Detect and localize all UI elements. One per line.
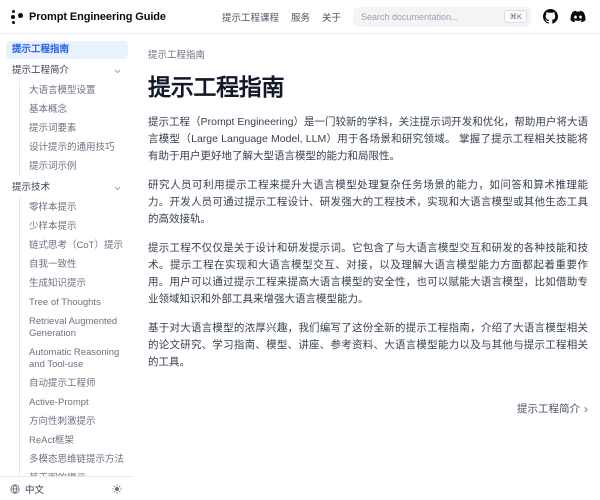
sidebar: 提示工程指南 提示工程简介 大语言模型设置基本概念提示词要素设计提示的通用技巧提… <box>0 34 132 500</box>
sidebar-item[interactable]: Active-Prompt <box>20 393 128 412</box>
sidebar-item[interactable]: 多模态思维链提示方法 <box>20 450 128 469</box>
sidebar-item[interactable]: 基本概念 <box>20 100 128 119</box>
page-title: 提示工程指南 <box>148 68 588 102</box>
sidebar-item[interactable]: Automatic Reasoning and Tool-use <box>20 343 128 374</box>
sidebar-section-intro[interactable]: 提示工程简介 <box>6 62 128 80</box>
brand[interactable]: Prompt Engineering Guide <box>10 9 166 25</box>
paragraph: 研究人员可利用提示工程来提升大语言模型处理复杂任务场景的能力，如问答和算术推理能… <box>148 177 588 228</box>
globe-icon <box>10 484 20 494</box>
sidebar-footer: 中文 <box>0 476 132 500</box>
sidebar-item[interactable]: 生成知识提示 <box>20 274 128 293</box>
header: Prompt Engineering Guide 提示工程课程服务关于 ⌘K <box>0 0 600 34</box>
language-switcher[interactable]: 中文 <box>10 482 44 496</box>
sidebar-nav: 提示工程指南 提示工程简介 大语言模型设置基本概念提示词要素设计提示的通用技巧提… <box>0 34 132 476</box>
sidebar-item-guide[interactable]: 提示工程指南 <box>6 41 128 59</box>
paragraph: 提示工程不仅仅是关于设计和研发提示词。它包含了与大语言模型交互和研发的各种技能和… <box>148 240 588 308</box>
sidebar-item[interactable]: 设计提示的通用技巧 <box>20 138 128 157</box>
sidebar-sublist-techniques: 零样本提示少样本提示链式思考（CoT）提示自我一致性生成知识提示Tree of … <box>19 198 128 476</box>
language-label: 中文 <box>25 482 44 496</box>
sidebar-item[interactable]: Tree of Thoughts <box>20 293 128 312</box>
sun-icon <box>112 484 122 494</box>
discord-icon[interactable] <box>570 9 586 24</box>
pagination: 提示工程简介 › <box>148 401 588 416</box>
chevron-down-icon <box>113 184 122 193</box>
logo-icon <box>10 9 23 25</box>
search-box[interactable]: ⌘K <box>353 7 531 27</box>
sidebar-item[interactable]: 提示词要素 <box>20 119 128 138</box>
top-nav: 提示工程课程服务关于 <box>222 10 341 24</box>
sidebar-item[interactable]: 链式思考（CoT）提示 <box>20 236 128 255</box>
search-shortcut-kbd: ⌘K <box>504 10 527 23</box>
search-input[interactable] <box>361 12 500 22</box>
next-page-link[interactable]: 提示工程简介 › <box>517 401 588 416</box>
sidebar-item[interactable]: 少样本提示 <box>20 217 128 236</box>
nav-link[interactable]: 服务 <box>291 10 310 24</box>
sidebar-item[interactable]: 大语言模型设置 <box>20 81 128 100</box>
brand-name: Prompt Engineering Guide <box>29 11 166 23</box>
sidebar-item[interactable]: 基于图的提示 <box>20 469 128 476</box>
main-content: 提示工程指南 提示工程指南 提示工程（Prompt Engineering）是一… <box>132 34 600 500</box>
sidebar-item[interactable]: ReAct框架 <box>20 431 128 450</box>
theme-toggle[interactable] <box>112 484 122 494</box>
sidebar-item[interactable]: 自动提示工程师 <box>20 374 128 393</box>
sidebar-item[interactable]: 提示词示例 <box>20 157 128 176</box>
sidebar-item[interactable]: 自我一致性 <box>20 255 128 274</box>
paragraph: 提示工程（Prompt Engineering）是一门较新的学科，关注提示词开发… <box>148 114 588 165</box>
chevron-right-icon: › <box>584 403 588 415</box>
github-icon[interactable] <box>543 9 558 24</box>
sidebar-item[interactable]: 方向性刺激提示 <box>20 412 128 431</box>
document-body: 提示工程（Prompt Engineering）是一门较新的学科，关注提示词开发… <box>148 114 588 371</box>
sidebar-item[interactable]: 零样本提示 <box>20 198 128 217</box>
sidebar-section-techniques[interactable]: 提示技术 <box>6 179 128 197</box>
sidebar-sublist-intro: 大语言模型设置基本概念提示词要素设计提示的通用技巧提示词示例 <box>19 81 128 176</box>
breadcrumb: 提示工程指南 <box>148 47 588 61</box>
paragraph: 基于对大语言模型的浓厚兴趣，我们编写了这份全新的提示工程指南，介绍了大语言模型相… <box>148 320 588 371</box>
sidebar-item[interactable]: Retrieval Augmented Generation <box>20 312 128 343</box>
nav-link[interactable]: 关于 <box>322 10 341 24</box>
nav-link[interactable]: 提示工程课程 <box>222 10 279 24</box>
chevron-down-icon <box>113 67 122 76</box>
